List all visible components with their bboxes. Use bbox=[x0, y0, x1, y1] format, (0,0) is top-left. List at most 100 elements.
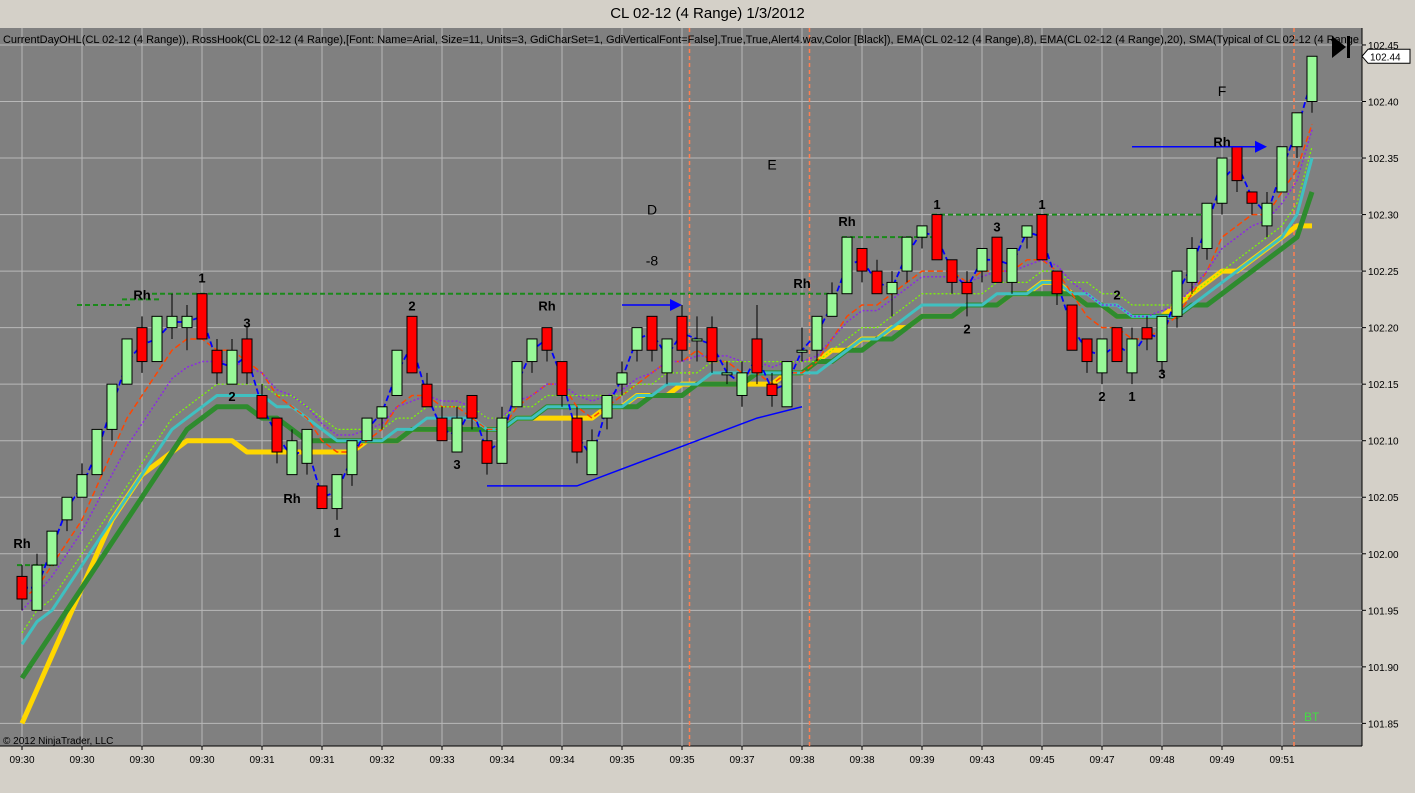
y-tick-label: 102.05 bbox=[1368, 493, 1399, 504]
candle-up bbox=[181, 315, 193, 329]
candle-up bbox=[61, 496, 73, 521]
x-tick-label: 09:33 bbox=[429, 755, 454, 766]
x-tick-label: 09:38 bbox=[849, 755, 874, 766]
candle-up bbox=[1291, 112, 1303, 148]
candle-down bbox=[1231, 146, 1243, 182]
candle-down bbox=[136, 327, 148, 363]
candle-down bbox=[856, 247, 868, 272]
candle-down bbox=[421, 383, 433, 408]
candle-up bbox=[31, 564, 43, 611]
candle-up bbox=[511, 361, 523, 408]
candle-down bbox=[961, 281, 973, 295]
time-axis-panel bbox=[0, 746, 1415, 793]
x-tick-label: 09:39 bbox=[909, 755, 934, 766]
candle-up bbox=[121, 338, 133, 385]
candle-up bbox=[526, 338, 538, 363]
candle-up bbox=[1096, 338, 1108, 374]
candle-down bbox=[1051, 270, 1063, 295]
candle-down bbox=[751, 338, 763, 374]
candle-down bbox=[676, 315, 688, 351]
window-title: CL 02-12 (4 Range) 1/3/2012 bbox=[610, 5, 805, 22]
chart-label: 1 bbox=[1128, 389, 1135, 404]
candle-up bbox=[796, 349, 808, 353]
indicator-header: CurrentDayOHL(CL 02-12 (4 Range)), RossH… bbox=[3, 34, 1359, 46]
chart-label: 3 bbox=[993, 220, 1000, 235]
candle-up bbox=[691, 338, 703, 342]
chart-label: Rh bbox=[13, 536, 30, 551]
candle-down bbox=[316, 485, 328, 510]
x-tick-label: 09:30 bbox=[69, 755, 94, 766]
candle-down bbox=[991, 236, 1003, 283]
chart-label: E bbox=[767, 156, 776, 172]
chart-label: Rh bbox=[793, 276, 810, 291]
candle-up bbox=[781, 361, 793, 408]
candle-up bbox=[286, 440, 298, 476]
y-tick-label: 102.40 bbox=[1368, 97, 1399, 108]
x-tick-label: 09:32 bbox=[369, 755, 394, 766]
candle-down bbox=[1081, 338, 1093, 363]
play-icon-bar bbox=[1347, 36, 1350, 58]
x-tick-label: 09:45 bbox=[1029, 755, 1054, 766]
chart-label: 2 bbox=[1113, 287, 1120, 302]
chart-label: 2 bbox=[228, 389, 235, 404]
y-tick-label: 101.95 bbox=[1368, 606, 1399, 617]
chart-label: -8 bbox=[646, 252, 659, 268]
x-tick-label: 09:31 bbox=[309, 755, 334, 766]
chart-label: Rh bbox=[838, 214, 855, 229]
candle-up bbox=[901, 236, 913, 272]
candle-up bbox=[1276, 146, 1288, 193]
candle-up bbox=[616, 372, 628, 385]
candle-up bbox=[91, 428, 103, 476]
x-tick-label: 09:38 bbox=[789, 755, 814, 766]
chart-label: Rh bbox=[283, 491, 300, 506]
candle-up bbox=[1261, 202, 1273, 227]
x-tick-label: 09:30 bbox=[189, 755, 214, 766]
candle-down bbox=[466, 394, 478, 419]
copyright: © 2012 NinjaTrader, LLC bbox=[3, 736, 113, 747]
candle-up bbox=[151, 315, 163, 363]
y-tick-label: 102.20 bbox=[1368, 324, 1399, 335]
x-tick-label: 09:37 bbox=[729, 755, 754, 766]
chart-label: 1 bbox=[198, 270, 205, 285]
candle-up bbox=[496, 417, 508, 464]
candle-up bbox=[1186, 247, 1198, 283]
chart-label: F bbox=[1218, 83, 1227, 99]
candle-up bbox=[811, 315, 823, 351]
chart-label: Rh bbox=[133, 287, 150, 302]
candle-down bbox=[271, 417, 283, 453]
x-tick-label: 09:35 bbox=[669, 755, 694, 766]
y-tick-label: 101.90 bbox=[1368, 663, 1399, 674]
chart-label: 1 bbox=[933, 197, 940, 212]
candle-up bbox=[631, 327, 643, 351]
candle-up bbox=[346, 440, 358, 476]
x-tick-label: 09:47 bbox=[1089, 755, 1114, 766]
chart-label: 2 bbox=[408, 299, 415, 314]
candle-up bbox=[661, 338, 673, 374]
x-tick-label: 09:49 bbox=[1209, 755, 1234, 766]
chart-label: 3 bbox=[1158, 367, 1165, 382]
candle-up bbox=[301, 428, 313, 464]
chart-label: D bbox=[647, 202, 657, 218]
x-tick-label: 09:30 bbox=[129, 755, 154, 766]
x-tick-label: 09:51 bbox=[1269, 755, 1294, 766]
chart-label: 1 bbox=[333, 525, 340, 540]
candle-up bbox=[841, 236, 853, 295]
chart-label: 3 bbox=[243, 316, 250, 331]
candle-up bbox=[721, 372, 733, 376]
candle-up bbox=[1006, 247, 1018, 283]
y-tick-label: 101.85 bbox=[1368, 719, 1399, 730]
chart-label: Rh bbox=[1213, 135, 1230, 150]
price-chart[interactable]: 101.85 101.90 101.95 102.00 102.05 102.10 102.… bbox=[0, 28, 1415, 793]
candle-down bbox=[946, 259, 958, 283]
candle-down bbox=[256, 394, 268, 419]
candle-down bbox=[196, 293, 208, 340]
y-tick-label: 102.35 bbox=[1368, 154, 1399, 165]
candle-down bbox=[766, 383, 778, 396]
candle-up bbox=[391, 349, 403, 396]
x-tick-label: 09:43 bbox=[969, 755, 994, 766]
candle-down bbox=[1141, 327, 1153, 340]
candle-up bbox=[586, 440, 598, 476]
candle-down bbox=[931, 214, 943, 261]
candle-down bbox=[16, 575, 28, 600]
candle-down bbox=[541, 327, 553, 351]
